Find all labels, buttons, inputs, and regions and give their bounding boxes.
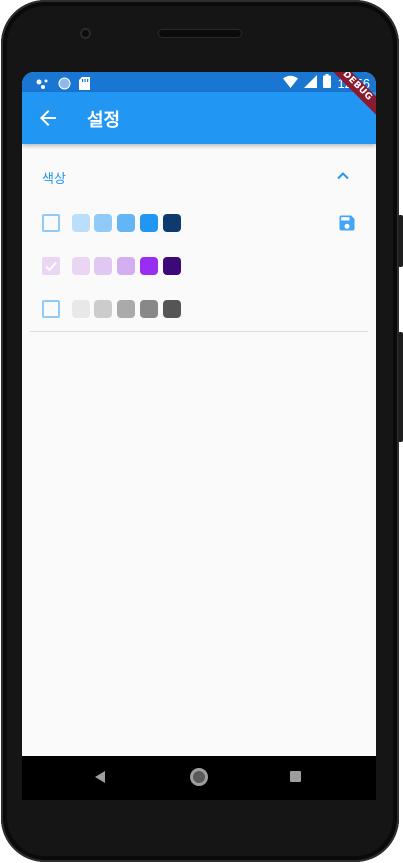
color-checkbox[interactable] bbox=[42, 214, 60, 232]
color-row bbox=[42, 299, 362, 319]
arrow-back-icon bbox=[40, 110, 56, 126]
color-swatch bbox=[94, 257, 112, 275]
back-button[interactable] bbox=[36, 106, 60, 130]
earpiece-speaker bbox=[158, 29, 242, 38]
front-camera bbox=[80, 28, 91, 39]
color-swatch bbox=[163, 257, 181, 275]
color-row bbox=[42, 213, 362, 233]
check-icon bbox=[45, 261, 57, 272]
section-title-colors[interactable]: 색상 bbox=[42, 168, 66, 187]
color-checkbox[interactable] bbox=[42, 300, 60, 318]
save-icon[interactable] bbox=[337, 213, 357, 233]
battery-icon bbox=[323, 74, 332, 92]
app-screen: 12:56 설정 DEBUG 색상 bbox=[22, 72, 376, 756]
nav-home-icon[interactable] bbox=[190, 768, 208, 786]
color-swatch bbox=[140, 300, 158, 318]
section-divider bbox=[30, 331, 368, 332]
signal-icon bbox=[304, 74, 318, 92]
page-title: 설정 bbox=[87, 110, 121, 131]
color-swatch bbox=[117, 214, 135, 232]
volume-button bbox=[398, 215, 403, 267]
color-swatch bbox=[140, 214, 158, 232]
color-swatch bbox=[163, 214, 181, 232]
color-swatch bbox=[72, 214, 90, 232]
color-swatch bbox=[117, 257, 135, 275]
power-button bbox=[398, 332, 403, 442]
nav-recents-icon[interactable] bbox=[290, 771, 301, 782]
color-swatch bbox=[117, 300, 135, 318]
wifi-icon bbox=[283, 75, 299, 92]
chevron-up-icon[interactable] bbox=[335, 168, 351, 184]
color-swatch bbox=[163, 300, 181, 318]
color-swatch bbox=[72, 300, 90, 318]
app-bar: 설정 bbox=[22, 92, 376, 144]
color-swatch bbox=[140, 257, 158, 275]
color-checkbox[interactable] bbox=[42, 257, 60, 275]
system-nav-bar bbox=[22, 756, 376, 800]
status-bar: 12:56 bbox=[22, 72, 376, 92]
color-row bbox=[42, 256, 362, 276]
phone-frame: 12:56 설정 DEBUG 색상 bbox=[0, 0, 403, 863]
color-swatch bbox=[94, 214, 112, 232]
color-swatch bbox=[94, 300, 112, 318]
nav-back-icon[interactable] bbox=[95, 771, 105, 783]
color-swatch bbox=[72, 257, 90, 275]
